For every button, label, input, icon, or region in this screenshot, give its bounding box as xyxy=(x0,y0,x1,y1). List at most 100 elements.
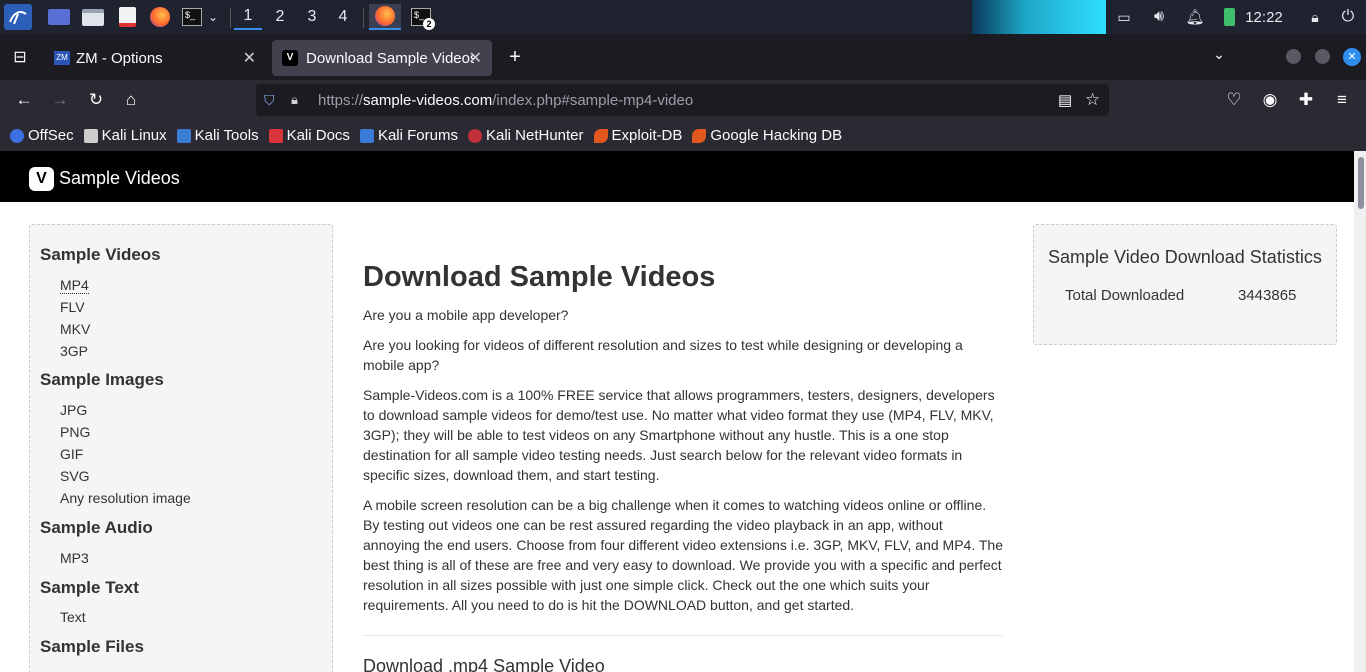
bookmark-google-hacking-db[interactable]: Google Hacking DB xyxy=(692,127,842,144)
stats-value: 3443865 xyxy=(1238,287,1297,304)
page-title: Download Sample Videos xyxy=(363,261,716,293)
bookmark-offsec[interactable]: OffSec xyxy=(10,127,74,144)
sidebar-link-any-resolution-image[interactable]: Any resolution image xyxy=(60,490,191,506)
back-button[interactable]: ← xyxy=(9,86,39,114)
intro-paragraph-4: A mobile screen resolution can be a big … xyxy=(363,497,1003,613)
cpu-graph xyxy=(972,0,1106,34)
new-tab-button[interactable]: + xyxy=(504,46,526,68)
sidebar-link-mp3[interactable]: MP3 xyxy=(60,550,89,566)
workspace-2[interactable]: 2 xyxy=(266,4,294,30)
zm-favicon-icon: ZM xyxy=(54,51,70,65)
close-window-button[interactable]: ✕ xyxy=(1343,48,1361,66)
battery-icon[interactable] xyxy=(1218,4,1240,30)
sidebar-heading-text: Sample Text xyxy=(40,578,139,597)
intro-paragraph-3: Sample-Videos.com is a 100% FREE service… xyxy=(363,387,995,483)
home-button[interactable]: ⌂ xyxy=(116,86,146,114)
firefox-window-icon[interactable] xyxy=(369,4,401,30)
sidebar-link-png[interactable]: PNG xyxy=(60,424,90,440)
extensions-icon[interactable]: ✚ xyxy=(1291,86,1321,114)
notification-bell-icon[interactable]: 🔔︎ xyxy=(1184,4,1206,30)
url-text[interactable]: https://sample-videos.com/index.php#samp… xyxy=(318,92,693,109)
site-logo-icon[interactable]: V xyxy=(29,167,54,191)
firefox-view-icon[interactable]: ⊟ xyxy=(8,47,32,67)
sidebar-heading-audio: Sample Audio xyxy=(40,518,153,537)
tab-label: ZM - Options xyxy=(76,49,163,67)
lock-icon[interactable]: 🔒︎ xyxy=(1304,4,1326,30)
kali-menu-icon[interactable] xyxy=(4,4,32,30)
sidebar-link-jpg[interactable]: JPG xyxy=(60,402,87,418)
workspace-3[interactable]: 3 xyxy=(298,4,326,30)
desktop-icon[interactable] xyxy=(46,4,72,30)
reader-view-icon[interactable]: ▤ xyxy=(1058,91,1072,109)
bookmark-kali-nethunter[interactable]: Kali NetHunter xyxy=(467,127,584,144)
separator xyxy=(230,8,231,28)
padlock-icon[interactable]: 🔒︎ xyxy=(291,92,298,108)
file-manager-icon[interactable] xyxy=(80,4,106,30)
download-stats-panel: Sample Video Download Statistics Total D… xyxy=(1033,224,1337,345)
close-tab-icon[interactable]: ✕ xyxy=(469,48,482,68)
window-count-badge: 2 xyxy=(423,18,435,30)
tab-zm-options[interactable]: ZM ZM - Options ✕ xyxy=(44,40,266,76)
stats-title: Sample Video Download Statistics xyxy=(1048,247,1322,267)
bookmark-kali-docs[interactable]: Kali Docs xyxy=(268,127,350,144)
clock[interactable]: 12:22 xyxy=(1244,4,1284,30)
forward-button[interactable]: → xyxy=(45,86,75,114)
ghdb-icon xyxy=(692,128,707,143)
reload-button[interactable]: ↻ xyxy=(81,86,111,114)
bookmark-star-icon[interactable]: ☆ xyxy=(1085,90,1100,110)
pocket-icon[interactable]: ♡ xyxy=(1219,86,1249,114)
nethunter-icon xyxy=(467,128,482,143)
volume-icon[interactable]: 🔊︎ xyxy=(1148,4,1170,30)
chevron-down-icon[interactable]: ⌄ xyxy=(205,4,221,30)
firefox-icon[interactable] xyxy=(147,4,173,30)
tracking-protection-shield-icon[interactable]: ⛉ xyxy=(264,92,275,109)
workspace-4[interactable]: 4 xyxy=(329,4,357,30)
sidebar-link-text[interactable]: Text xyxy=(60,609,86,625)
sidebar-heading-videos: Sample Videos xyxy=(40,245,161,264)
system-taskbar: $_ ⌄ 1 2 3 4 $_ 2 ▭ 🔊︎ 🔔︎ 12:22 🔒︎ ⏻ xyxy=(0,0,1366,34)
bookmark-kali-forums[interactable]: Kali Forums xyxy=(359,127,458,144)
account-icon[interactable]: ◉ xyxy=(1255,86,1285,114)
bookmarks-toolbar: OffSec Kali Linux Kali Tools Kali Docs K… xyxy=(0,120,1366,151)
bookmark-exploit-db[interactable]: Exploit-DB xyxy=(593,127,682,144)
sidebar-link-3gp[interactable]: 3GP xyxy=(60,343,88,359)
sidebar-link-mkv[interactable]: MKV xyxy=(60,321,90,337)
terminal-icon[interactable]: $_ xyxy=(179,4,205,30)
list-all-tabs-icon[interactable]: ⌄ xyxy=(1209,46,1229,66)
minimize-button[interactable] xyxy=(1286,49,1301,64)
kali-tools-icon xyxy=(176,128,191,143)
terminal-window-icon[interactable]: $_ 2 xyxy=(405,4,437,30)
intro-paragraph-2: Are you looking for videos of different … xyxy=(363,337,963,373)
sidebar-heading-images: Sample Images xyxy=(40,370,164,389)
site-header: V Sample Videos xyxy=(0,151,1354,202)
scrollbar-thumb[interactable] xyxy=(1358,157,1364,209)
separator xyxy=(363,8,364,28)
sidebar-link-flv[interactable]: FLV xyxy=(60,299,85,315)
sidebar-heading-files: Sample Files xyxy=(40,637,144,656)
bookmark-kali-tools[interactable]: Kali Tools xyxy=(176,127,259,144)
workspace-1[interactable]: 1 xyxy=(234,4,262,30)
page-scrollbar[interactable] xyxy=(1354,151,1366,672)
maximize-button[interactable] xyxy=(1315,49,1330,64)
sidebar-link-gif[interactable]: GIF xyxy=(60,446,83,462)
display-icon[interactable]: ▭ xyxy=(1113,4,1135,30)
sidebar-link-mp4[interactable]: MP4 xyxy=(60,277,89,294)
exploit-db-icon xyxy=(593,128,608,143)
url-bar[interactable]: ⛉ 🔒︎ https://sample-videos.com/index.php… xyxy=(256,84,1109,116)
v-favicon-icon: V xyxy=(282,50,298,66)
kali-docs-icon xyxy=(268,128,283,143)
site-brand[interactable]: Sample Videos xyxy=(59,168,180,189)
power-icon[interactable]: ⏻ xyxy=(1337,4,1359,30)
sidebar: Sample Videos MP4 FLV MKV 3GP Sample Ima… xyxy=(29,224,333,672)
bookmark-kali-linux[interactable]: Kali Linux xyxy=(83,127,167,144)
sidebar-link-svg[interactable]: SVG xyxy=(60,468,90,484)
tab-label: Download Sample Videos xyxy=(306,49,474,67)
text-editor-icon[interactable] xyxy=(114,4,140,30)
navigation-toolbar: ← → ↻ ⌂ ⛉ 🔒︎ https://sample-videos.com/i… xyxy=(0,80,1366,120)
offsec-icon xyxy=(10,128,24,143)
tab-download-sample-videos[interactable]: V Download Sample Videos ✕ xyxy=(272,40,492,76)
kali-dragon-icon xyxy=(83,128,98,143)
kali-forums-icon xyxy=(359,128,374,143)
menu-hamburger-icon[interactable]: ≡ xyxy=(1327,86,1357,114)
close-tab-icon[interactable]: ✕ xyxy=(243,48,256,68)
